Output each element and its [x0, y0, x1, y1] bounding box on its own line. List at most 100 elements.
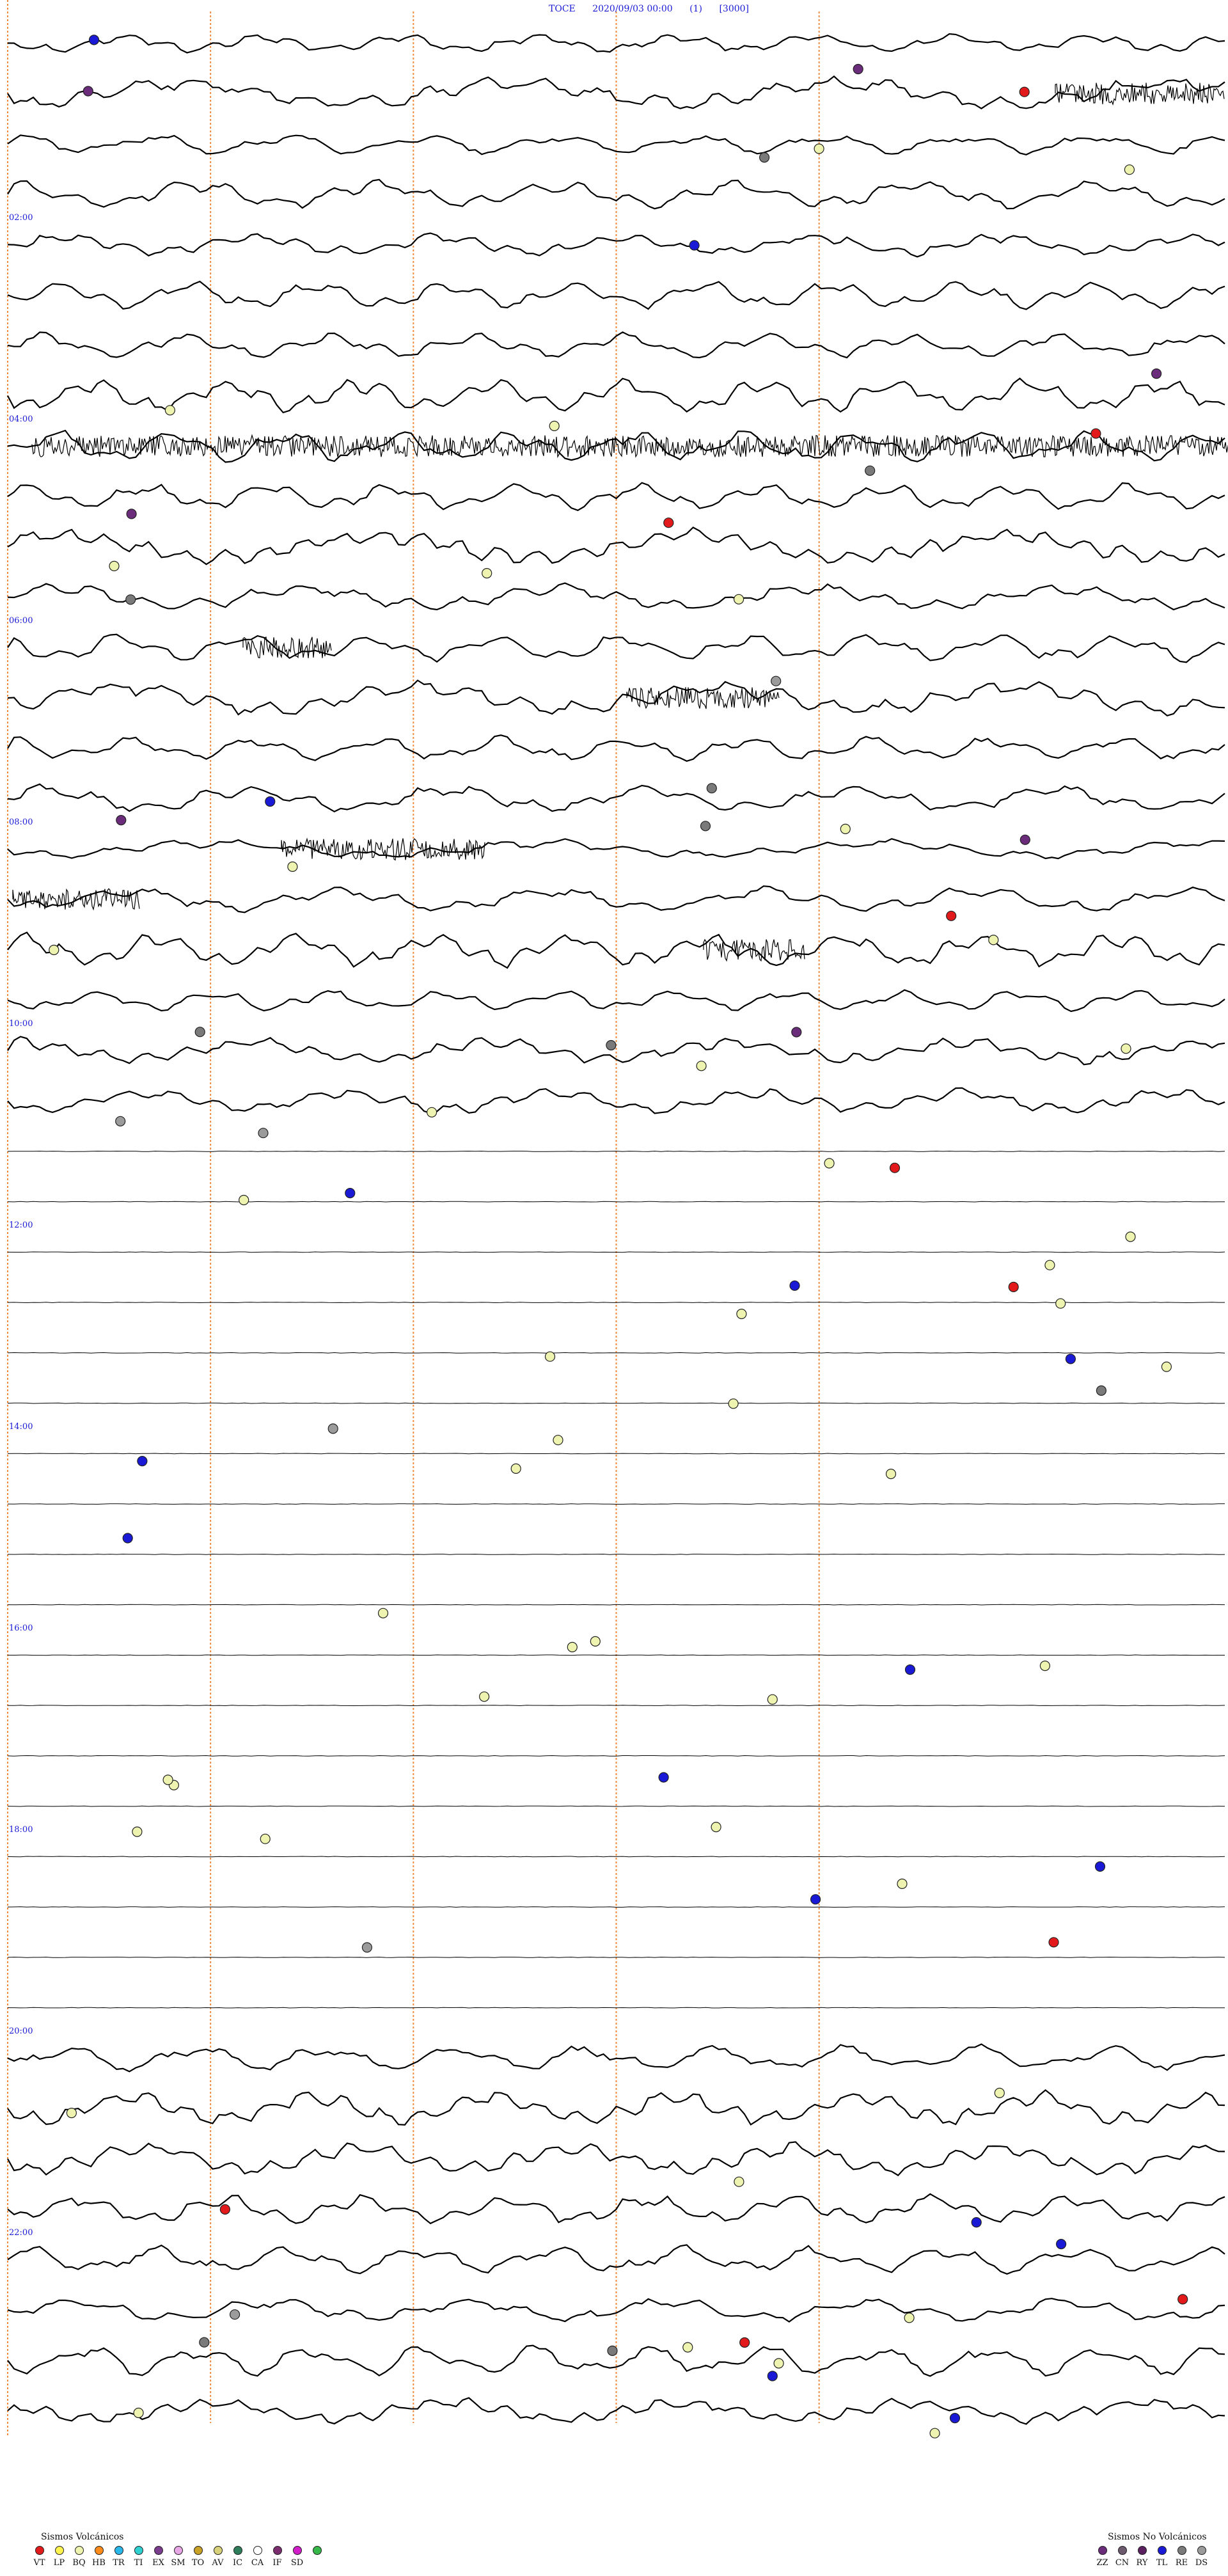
- event-marker: [739, 2337, 750, 2348]
- trace-line: [7, 1201, 1225, 1203]
- legend-code: BQ: [72, 2558, 86, 2568]
- event-marker: [853, 63, 863, 75]
- legend-dot: [1137, 2546, 1147, 2555]
- legend-item: SD: [287, 2546, 307, 2568]
- event-marker: [553, 1435, 563, 1446]
- event-marker: [759, 152, 770, 163]
- legend-item: TO: [188, 2546, 208, 2568]
- event-marker: [132, 1826, 143, 1837]
- legend-code: SD: [290, 2558, 304, 2568]
- legend-dot: [253, 2546, 262, 2555]
- event-marker: [482, 567, 492, 579]
- time-label: 12:00: [9, 1221, 33, 1230]
- event-marker: [567, 1641, 578, 1652]
- event-marker: [1039, 1661, 1051, 1671]
- time-label: 14:00: [9, 1422, 33, 1432]
- trace-line: [7, 1352, 1225, 1354]
- event-marker: [194, 1027, 205, 1038]
- trace-line: [7, 232, 1225, 258]
- trace-line: [7, 2397, 1225, 2425]
- event-marker: [345, 1187, 356, 1199]
- time-label: 06:00: [9, 616, 33, 626]
- trace-line: [7, 134, 1225, 155]
- event-marker: [162, 1774, 173, 1785]
- legend-volcanic: Sismos Volcánicos VT LP BQ HB TR TI EX SM TO AV IC…: [29, 2532, 327, 2568]
- helicorder-plot: [7, 0, 1228, 2438]
- legend-dot: [193, 2546, 203, 2555]
- event-marker: [865, 465, 876, 476]
- legend-code: HB: [92, 2558, 106, 2568]
- legend-code: TO: [191, 2558, 205, 2568]
- legend-item: SM: [168, 2546, 188, 2568]
- event-marker: [700, 821, 711, 832]
- event-marker: [287, 861, 298, 873]
- event-marker: [1055, 1298, 1066, 1309]
- event-marker: [377, 1608, 389, 1618]
- event-marker: [949, 2413, 961, 2424]
- event-marker: [971, 2217, 982, 2228]
- trace-line: [7, 1906, 1225, 1908]
- time-label: 04:00: [9, 415, 33, 424]
- legend-item: CA: [248, 2546, 267, 2568]
- legend-code: IC: [232, 2558, 243, 2568]
- legend-item: TI: [129, 2546, 148, 2568]
- legend-dot: [134, 2546, 143, 2555]
- event-marker: [1096, 1385, 1107, 1396]
- event-marker: [767, 1694, 778, 1705]
- legend-dot: [114, 2546, 123, 2555]
- event-marker: [260, 1833, 271, 1844]
- event-marker: [327, 1423, 338, 1434]
- legend-dot: [233, 2546, 242, 2555]
- legend-code: SM: [171, 2558, 185, 2568]
- time-label: 10:00: [9, 1019, 33, 1029]
- legend-dot: [1157, 2546, 1167, 2555]
- legend-item: RE: [1172, 2546, 1192, 2568]
- event-marker: [478, 1691, 490, 1702]
- legend-dot: [292, 2546, 302, 2555]
- event-marker: [810, 1894, 821, 1905]
- legend-code: RE: [1175, 2558, 1188, 2568]
- legend-item: RY: [1132, 2546, 1152, 2568]
- event-marker: [126, 509, 137, 519]
- legend-item: AV: [208, 2546, 228, 2568]
- event-marker: [840, 823, 851, 835]
- legend-volcanic-title: Sismos Volcánicos: [41, 2532, 124, 2542]
- legend-code: IF: [272, 2558, 282, 2568]
- event-marker: [711, 1822, 721, 1833]
- legend-item: TR: [109, 2546, 129, 2568]
- legend-item: DS: [1192, 2546, 1211, 2568]
- legend-dot: [74, 2546, 84, 2555]
- event-marker: [706, 783, 717, 794]
- event-marker: [133, 2407, 144, 2419]
- event-marker: [219, 2204, 230, 2215]
- event-marker: [728, 1398, 739, 1409]
- legend-dot: [272, 2546, 282, 2555]
- event-marker: [897, 1878, 908, 1889]
- event-marker: [1055, 2239, 1067, 2250]
- station-name: TOCE: [549, 4, 576, 14]
- event-marker: [1065, 1354, 1076, 1364]
- event-marker: [773, 2358, 784, 2369]
- plot-header: TOCE 2020/09/03 00:00 (1) [3000]: [549, 4, 763, 14]
- event-marker: [258, 1128, 269, 1139]
- time-label: 18:00: [9, 1825, 33, 1835]
- legend-code: EX: [152, 2558, 164, 2568]
- event-marker: [590, 1636, 601, 1647]
- event-marker: [1008, 1281, 1019, 1293]
- event-marker: [946, 910, 957, 921]
- legend-dot: [1177, 2546, 1186, 2555]
- legend-code: RY: [1136, 2558, 1148, 2568]
- event-marker: [682, 2342, 693, 2353]
- legend-item: CN: [1112, 2546, 1132, 2568]
- trace-line: [7, 1453, 1225, 1455]
- event-marker: [1125, 1231, 1136, 1242]
- event-marker: [265, 796, 276, 807]
- event-marker: [607, 2345, 618, 2356]
- time-label: 16:00: [9, 1624, 33, 1633]
- event-burst: [1055, 83, 1225, 106]
- legend-nonvolcanic-title: Sismos No Volcánicos: [1108, 2532, 1207, 2542]
- legend-code: VT: [33, 2558, 45, 2568]
- trace-line: [7, 1705, 1225, 1707]
- event-marker: [689, 240, 700, 251]
- event-marker: [663, 518, 674, 528]
